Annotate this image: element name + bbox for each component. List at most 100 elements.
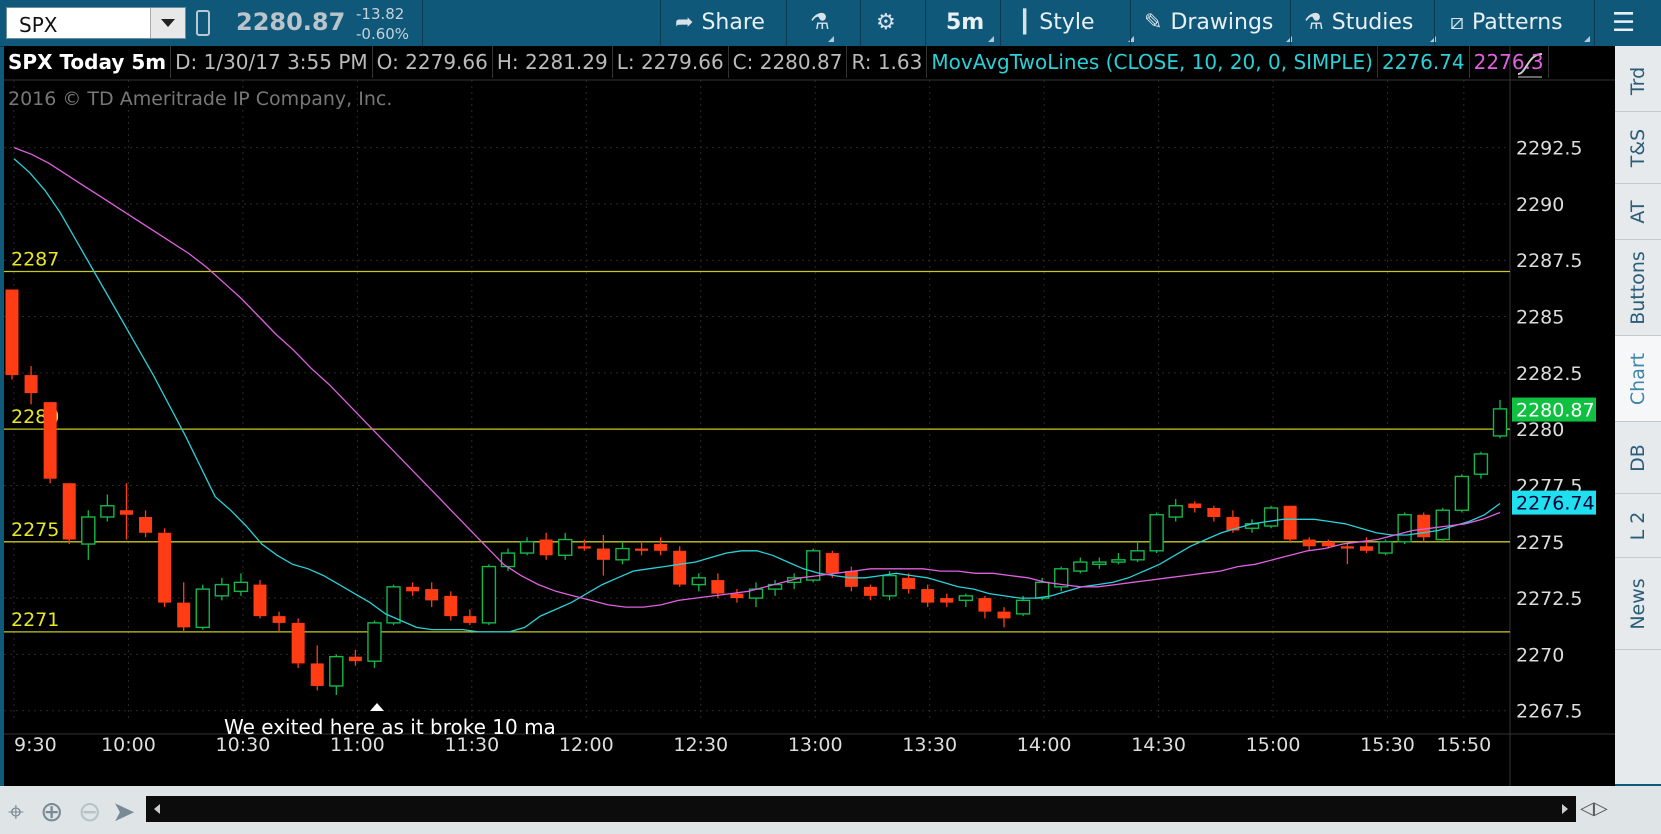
symbol-selector[interactable]: SPX: [6, 7, 186, 39]
tab-label: AT: [1627, 199, 1649, 224]
candle-body: [1473, 453, 1489, 475]
chart-title: SPX Today 5m: [4, 46, 172, 78]
candle-body: [1149, 514, 1164, 552]
zoom-out-icon[interactable]: ⊖: [78, 795, 101, 828]
candle-body: [1435, 509, 1450, 541]
candle-body: [673, 550, 687, 585]
zoom-in-icon[interactable]: ⊕: [40, 795, 63, 828]
tab-chart[interactable]: Chart: [1615, 336, 1661, 422]
tab-db[interactable]: DB: [1615, 422, 1661, 494]
tab-label: Chart: [1627, 352, 1649, 405]
candle-body: [558, 538, 573, 557]
tab-l-2[interactable]: L 2: [1615, 494, 1661, 558]
candle-body: [921, 589, 935, 603]
tab-at[interactable]: AT: [1615, 184, 1661, 240]
share-label: Share: [701, 10, 765, 35]
tab-label: Trd: [1627, 66, 1649, 95]
candle-body: [463, 616, 477, 623]
candle-body: [214, 583, 230, 597]
link-icon[interactable]: [196, 10, 210, 36]
candle-body: [978, 598, 992, 612]
candle-body: [1283, 505, 1297, 540]
candle-body: [348, 656, 362, 662]
ma-fast-value: 2276.74: [1378, 46, 1470, 78]
patterns-button[interactable]: ⧄ Patterns: [1450, 0, 1590, 46]
x-tick-label: 14:00: [1017, 734, 1072, 756]
candle-body: [1034, 581, 1050, 599]
tab-news[interactable]: News: [1615, 558, 1661, 650]
price-chart[interactable]: 2287 2280 2275 2271 2292.5 2290 2287.5 2285 228…: [4, 46, 1615, 786]
level-label: 2275: [11, 519, 59, 541]
header-date: D: 1/30/17 3:55 PM: [171, 46, 373, 78]
study-label[interactable]: MovAvgTwoLines (CLOSE, 10, 20, 0, SIMPLE…: [927, 46, 1378, 78]
share-button[interactable]: ➦ Share: [675, 0, 765, 46]
tab-label: DB: [1627, 443, 1649, 472]
candle-body: [5, 289, 19, 376]
candle-body: [253, 584, 267, 617]
bottom-tools: ⌖ ⊕ ⊖ ➤: [0, 786, 150, 834]
candle-body: [902, 577, 916, 590]
candle-body: [1454, 475, 1470, 511]
candle-body: [291, 622, 305, 664]
x-tick-label: 13:00: [788, 734, 843, 756]
candle-body: [43, 402, 57, 479]
tab-trd[interactable]: Trd: [1615, 50, 1661, 112]
pencil-icon: ✎: [1144, 10, 1163, 35]
net-change: -13.82: [356, 5, 405, 23]
share-icon: ➦: [675, 10, 694, 35]
menu-button[interactable]: ☰: [1612, 0, 1635, 46]
timeframe-button[interactable]: 5m: [946, 0, 994, 46]
candle-body: [997, 611, 1011, 619]
y-tick-label: 2272.5: [1516, 588, 1582, 610]
candle-body: [844, 571, 858, 587]
candle-body: [367, 622, 382, 662]
pattern-icon: ⧄: [1450, 10, 1464, 35]
header-close: C: 2280.87: [729, 46, 848, 78]
horizontal-scrollbar[interactable]: [146, 796, 1576, 822]
candle-body: [654, 544, 668, 551]
x-tick-label: 15:00: [1246, 734, 1301, 756]
candle-body: [1359, 546, 1373, 551]
candle-body: [1073, 561, 1088, 572]
header-range: R: 1.63: [847, 46, 928, 78]
menu-icon: ☰: [1612, 8, 1636, 38]
ma-fast-line: [13, 158, 1501, 633]
flask-button[interactable]: ⚗: [810, 0, 838, 46]
studies-button[interactable]: ⚗ Studies: [1304, 0, 1436, 46]
candle-body: [519, 541, 535, 554]
candle-body: [406, 586, 420, 592]
candle-body: [635, 548, 649, 551]
chart-area[interactable]: 2287 2280 2275 2271 2292.5 2290 2287.5 2285 228…: [4, 46, 1615, 786]
timeframe-label: 5m: [946, 10, 985, 35]
pointer-icon[interactable]: ➤: [112, 795, 135, 828]
candle-body: [139, 517, 153, 533]
candle-body: [825, 553, 839, 574]
candle-body: [24, 375, 38, 394]
scroll-arrows-icon[interactable]: ◁▷: [1580, 798, 1608, 819]
candle-body: [615, 547, 630, 561]
candle-body: [1397, 514, 1412, 543]
style-button[interactable]: ┃ Style: [1018, 0, 1134, 46]
candle-body: [711, 580, 725, 594]
candle-body: [425, 589, 439, 601]
candle-body: [691, 577, 706, 586]
drawings-button[interactable]: ✎ Drawings: [1144, 0, 1292, 46]
candle-body: [81, 516, 96, 545]
x-tick-label: 12:00: [559, 734, 614, 756]
ma-slow-value: 2276.3: [1470, 46, 1549, 78]
x-tick-label: 10:00: [101, 734, 156, 756]
candle-body: [958, 595, 974, 602]
x-tick-label: 9:30: [14, 734, 57, 756]
toolbar: SPX 2280.87 -13.82 -0.60% ➦ Share ⚗ ⚙ 5m …: [0, 0, 1661, 47]
candle-body: [329, 655, 344, 687]
candle-body: [1207, 508, 1221, 518]
candle-body: [1092, 561, 1107, 566]
crosshair-icon[interactable]: ⌖: [8, 795, 24, 829]
tab-buttons[interactable]: Buttons: [1615, 240, 1661, 336]
chevron-down-icon[interactable]: [150, 8, 185, 38]
candle-body: [481, 565, 497, 624]
candle-body: [596, 548, 610, 560]
tab-t-s[interactable]: T&S: [1615, 112, 1661, 184]
settings-button[interactable]: ⚙: [876, 0, 904, 46]
candle-body: [177, 602, 191, 628]
